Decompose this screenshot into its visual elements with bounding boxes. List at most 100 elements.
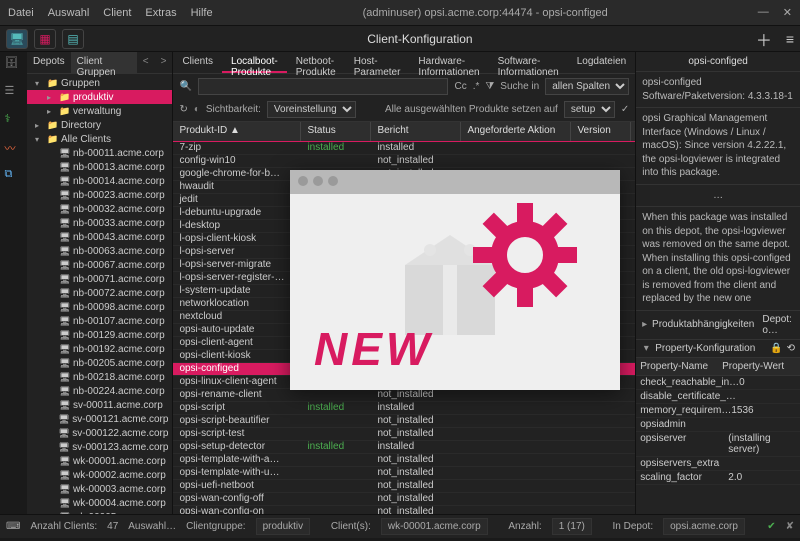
table-row[interactable]: opsi-script-beautifiernot_installed (173, 415, 635, 428)
tree-item[interactable]: 🖥sv-00011.acme.corp (27, 398, 172, 412)
tree-item[interactable]: ▾📁Alle Clients (27, 132, 172, 146)
close-button[interactable]: ✕ (783, 6, 792, 19)
col-version[interactable]: Version (571, 122, 631, 141)
tree-item[interactable]: ▾📁Gruppen (27, 76, 172, 90)
tab[interactable]: Hardware-Informationen (409, 52, 488, 73)
menu-extras[interactable]: Extras (145, 7, 176, 19)
tree-item[interactable]: 🖥sv-000122.acme.corp (27, 426, 172, 440)
col-report[interactable]: Bericht (371, 122, 461, 141)
chevron-right-icon[interactable]: ▸ (641, 319, 648, 330)
tree-item[interactable]: 🖥nb-00067.acme.corp (27, 258, 172, 272)
table-row[interactable]: opsi-uefi-netbootnot_installed (173, 480, 635, 493)
menu-hilfe[interactable]: Hilfe (191, 7, 213, 19)
table-row[interactable]: opsi-wan-config-offnot_installed (173, 493, 635, 506)
regex-icon[interactable]: .* (473, 81, 480, 92)
apply-icon[interactable]: ✓ (621, 104, 629, 115)
chevron-down-icon[interactable]: ▾ (641, 343, 651, 354)
tree-item[interactable]: 🖥sv-000121.acme.corp (27, 412, 172, 426)
property-row[interactable]: opsiservers_extra (636, 457, 800, 471)
prop-col-value[interactable]: Property-Wert (718, 358, 800, 375)
tree-item[interactable]: 🖥nb-00023.acme.corp (27, 188, 172, 202)
property-row[interactable]: opsiadmin (636, 418, 800, 432)
property-row[interactable]: disable_certificate_… (636, 390, 800, 404)
tree-item[interactable]: 🖥wk-00004.acme.corp (27, 496, 172, 510)
tree-nav-prev[interactable]: < (137, 52, 155, 73)
details-more[interactable]: … (636, 184, 800, 207)
menu-datei[interactable]: Datei (8, 7, 34, 19)
tree-item[interactable]: ▸📁Directory (27, 118, 172, 132)
tree-item[interactable]: 🖥nb-00205.acme.corp (27, 356, 172, 370)
tree-item[interactable]: 🖥wk-00001.acme.corp (27, 454, 172, 468)
status-selection[interactable]: Auswahl… (128, 521, 176, 532)
tree-item[interactable]: 🖥nb-00072.acme.corp (27, 286, 172, 300)
view-depots-icon[interactable]: ▦ (34, 29, 56, 49)
table-row[interactable]: config-win10not_installed (173, 155, 635, 168)
tree-item[interactable]: ▸📁produktiv (27, 90, 172, 104)
health-icon[interactable]: ⚕ (4, 112, 22, 130)
tree-item[interactable]: 🖥nb-00011.acme.corp (27, 146, 172, 160)
tab[interactable]: Netboot-Produkte (287, 52, 345, 73)
lock-icon[interactable]: 🔒 (770, 343, 782, 354)
property-row[interactable]: opsiserver(installing server) (636, 432, 800, 457)
tab-client-groups[interactable]: Client Gruppen (71, 52, 137, 73)
tree-item[interactable]: 🖥nb-00014.acme.corp (27, 174, 172, 188)
cancel-icon[interactable]: ✘ (786, 521, 794, 532)
property-row[interactable]: scaling_factor2.0 (636, 471, 800, 485)
table-row[interactable]: opsi-template-with-a…not_installed (173, 454, 635, 467)
deps-label[interactable]: Produktabhängigkeiten (652, 319, 754, 330)
setall-select[interactable]: setup (564, 101, 615, 118)
tree-item[interactable]: 🖥nb-00033.acme.corp (27, 216, 172, 230)
add-button[interactable]: ＋ (756, 27, 772, 51)
tree-item[interactable]: 🖥wk-00003.acme.corp (27, 482, 172, 496)
search-cc[interactable]: Cc (454, 81, 466, 92)
reset-icon[interactable]: ⟲ (787, 343, 795, 354)
table-row[interactable]: opsi-setup-detectorinstalledinstalled (173, 441, 635, 454)
tree-item[interactable]: 🖥nb-00032.acme.corp (27, 202, 172, 216)
refresh-icon[interactable]: ↻ (179, 104, 187, 115)
col-requested[interactable]: Angeforderte Aktion (461, 122, 571, 141)
tree-item[interactable]: 🖥nb-00063.acme.corp (27, 244, 172, 258)
copy-icon[interactable]: ⧉ (4, 168, 22, 186)
tree-item[interactable]: 🖥nb-00192.acme.corp (27, 342, 172, 356)
tab[interactable]: Localboot-Produkte (222, 52, 287, 73)
col-product-id[interactable]: Produkt-ID ▲ (173, 122, 301, 141)
view-server-icon[interactable]: ▤ (62, 29, 84, 49)
table-row[interactable]: opsi-rename-clientnot_installed (173, 389, 635, 402)
tab[interactable]: Clients (173, 52, 222, 73)
tree-nav-next[interactable]: > (155, 52, 173, 73)
view-clients-icon[interactable]: 🖥 (6, 29, 28, 49)
search-mode-select[interactable]: allen Spalten (545, 78, 629, 95)
visibility-select[interactable]: Voreinstellung (267, 101, 356, 118)
tab[interactable]: Host-Parameter (345, 52, 410, 73)
search-input[interactable] (198, 78, 449, 95)
minimize-button[interactable]: — (758, 6, 769, 19)
tab-depots[interactable]: Depots (27, 52, 71, 73)
table-row[interactable]: 7-zipinstalledinstalled (173, 142, 635, 155)
tree-item[interactable]: 🖥nb-00043.acme.corp (27, 230, 172, 244)
menu-client[interactable]: Client (103, 7, 131, 19)
table-row[interactable]: opsi-script-testnot_installed (173, 428, 635, 441)
col-status[interactable]: Status (301, 122, 371, 141)
table-row[interactable]: opsi-wan-config-onnot_installed (173, 506, 635, 514)
tree-item[interactable]: 🖥nb-00107.acme.corp (27, 314, 172, 328)
terminal-icon[interactable]: ⌨ (6, 521, 20, 532)
tree-item[interactable]: 🖥wk-00005.acme.corp (27, 510, 172, 514)
menu-auswahl[interactable]: Auswahl (48, 7, 90, 19)
tree-item[interactable]: 🖥nb-00224.acme.corp (27, 384, 172, 398)
check-icon[interactable]: ✔ (767, 521, 775, 532)
property-row[interactable]: memory_requirem…1536 (636, 404, 800, 418)
tree-item[interactable]: 🖥nb-00071.acme.corp (27, 272, 172, 286)
tree-item[interactable]: 🖥nb-00013.acme.corp (27, 160, 172, 174)
pulse-icon[interactable]: 〰 (4, 140, 22, 158)
filter-icon[interactable]: ⧩ (485, 81, 494, 92)
tree-item[interactable]: 🖥nb-00098.acme.corp (27, 300, 172, 314)
table-row[interactable]: opsi-scriptinstalledinstalled (173, 402, 635, 415)
database-icon[interactable]: 🗄 (4, 56, 22, 74)
tree-item[interactable]: 🖥wk-00002.acme.corp (27, 468, 172, 482)
prop-col-name[interactable]: Property-Name (636, 358, 718, 375)
tab[interactable]: Software-Informationen (489, 52, 568, 73)
tree-item[interactable]: 🖥nb-00129.acme.corp (27, 328, 172, 342)
tree-item[interactable]: ▸📁verwaltung (27, 104, 172, 118)
property-row[interactable]: check_reachable_in…0 (636, 376, 800, 390)
tree-item[interactable]: 🖥nb-00218.acme.corp (27, 370, 172, 384)
